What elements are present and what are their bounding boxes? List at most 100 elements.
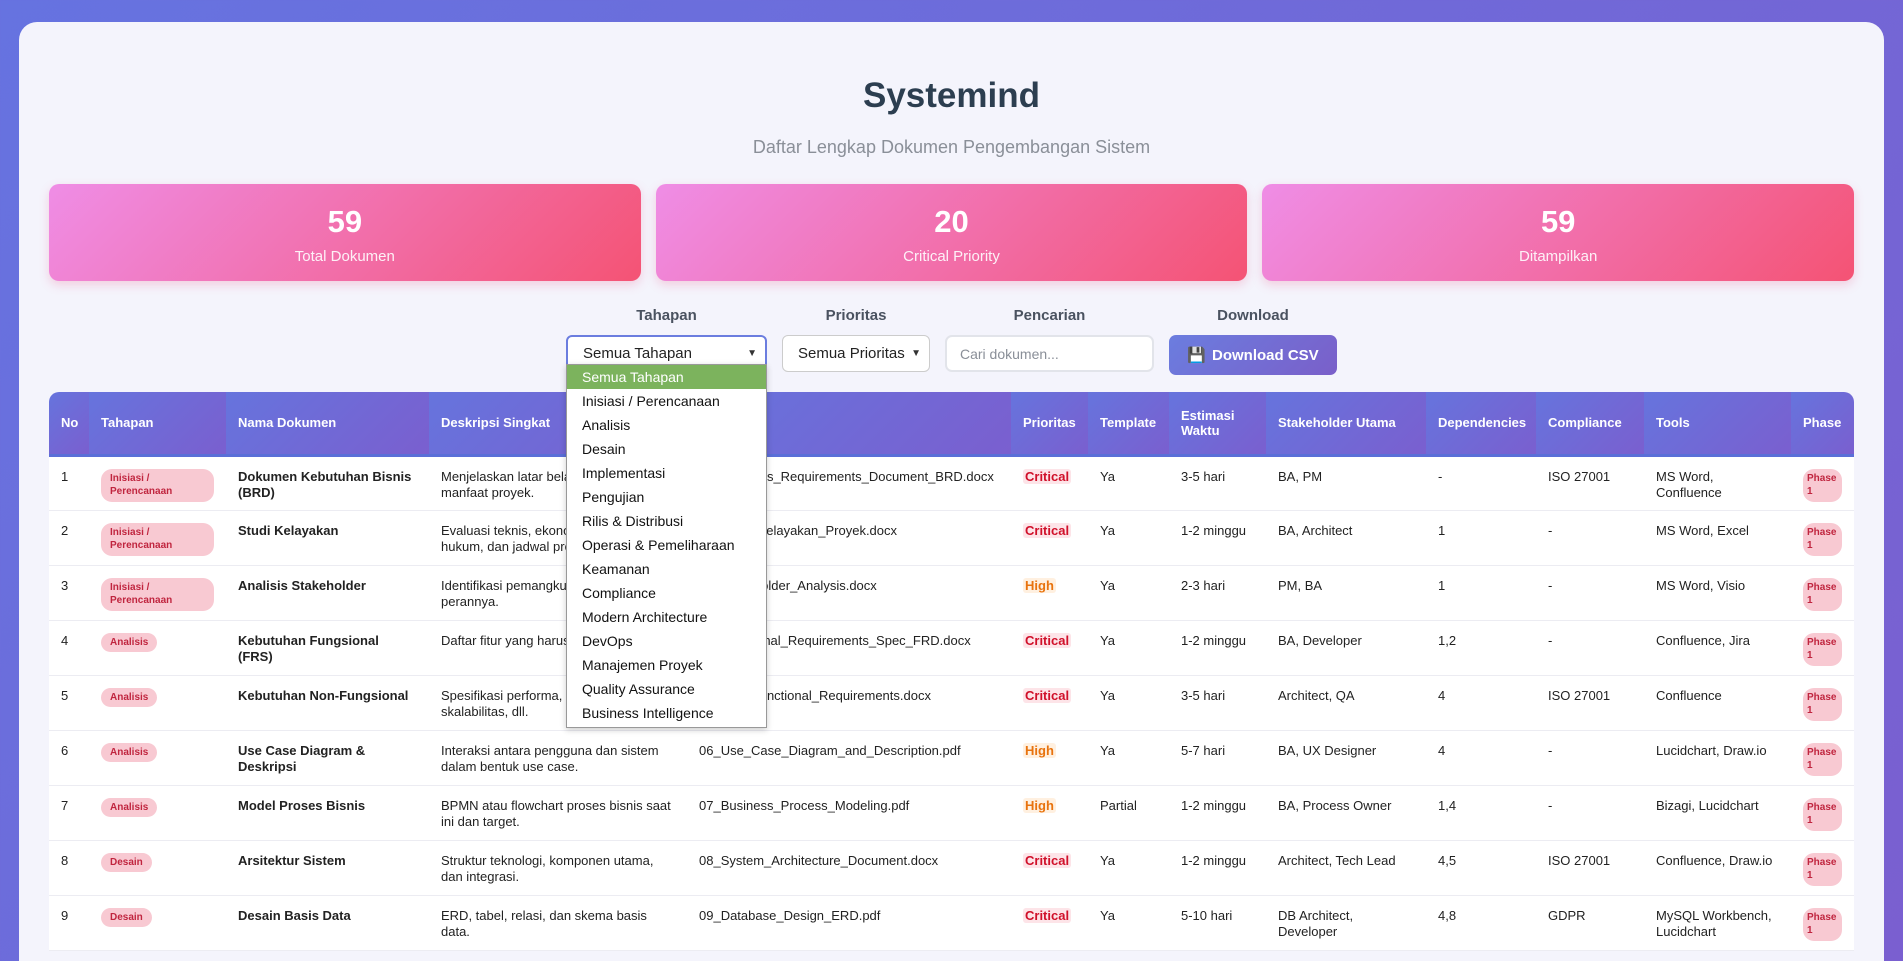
stat-label: Ditampilkan [1518,248,1598,265]
priority-label: Critical [1023,852,1072,868]
cell-priority: Critical [1011,895,1088,951]
download-button-label: Download CSV [1212,346,1319,364]
stage-dropdown-list: Semua Tahapan Inisiasi / Perencanaan Anali… [566,364,767,728]
cell-no: 7 [49,785,89,841]
cell-time: 1-2 minggu [1169,620,1266,676]
dropdown-option[interactable]: Semua Tahapan [567,365,766,389]
cell-priority: High [1011,730,1088,786]
cell-compliance: ISO 27001 [1536,840,1644,896]
stat-value: 59 [1540,204,1576,239]
table-row[interactable]: 1 Inisiasi / Perencanaan Dokumen Kebutuhan… [49,455,1854,511]
dropdown-option[interactable]: Rilis & Distribusi [567,509,766,533]
priority-filter-label: Prioritas [825,307,887,324]
cell-compliance: - [1536,620,1644,676]
cell-file: 09_Database_Design_ERD.pdf [687,895,1011,951]
cell-tools: MS Word, Excel [1644,510,1791,566]
table-row[interactable]: 7 Analisis Model Proses Bisnis BPMN atau fl… [49,785,1854,841]
search-placeholder: Cari dokumen... [960,345,1059,362]
cell-stakeholder: BA, UX Designer [1266,730,1426,786]
table-row[interactable]: 4 Analisis Kebutuhan Fungsional (FRS) Dafta… [49,620,1854,676]
search-label: Pencarian [1013,307,1086,324]
stage-filter-label: Tahapan [636,307,697,324]
cell-phase: Phase 1 [1791,620,1854,676]
dropdown-option[interactable]: Analisis [567,413,766,437]
document-name: Dokumen Kebutuhan Bisnis (BRD) [238,468,412,500]
cell-tools: MySQL Workbench, Lucidchart [1644,895,1791,951]
cell-template: Ya [1088,895,1169,951]
cell-file: 07_Business_Process_Modeling.pdf [687,785,1011,841]
cell-template: Ya [1088,455,1169,511]
table-row[interactable]: 9 Desain Desain Basis Data ERD, tabel, rela… [49,895,1854,951]
cell-time: 5-7 hari [1169,730,1266,786]
cell-tools: Lucidchart, Draw.io [1644,730,1791,786]
cell-priority: Critical [1011,455,1088,511]
cell-phase: Phase 1 [1791,510,1854,566]
cell-no: 1 [49,455,89,511]
dropdown-option[interactable]: DevOps [567,629,766,653]
cell-phase: Phase 1 [1791,840,1854,896]
stat-label: Total Dokumen [294,248,395,265]
cell-tools: Confluence [1644,675,1791,731]
download-csv-button[interactable]: 💾 Download CSV [1169,335,1337,375]
dropdown-option[interactable]: Inisiasi / Perencanaan [567,389,766,413]
table-row[interactable]: 8 Desain Arsitektur Sistem Struktur teknolo… [49,840,1854,896]
stat-value: 59 [327,204,363,239]
cell-name: Use Case Diagram & Deskripsi [226,730,429,786]
table-row[interactable]: 6 Analisis Use Case Diagram & Deskripsi Int… [49,730,1854,786]
priority-select[interactable]: Semua Prioritas ▼ [782,335,930,372]
document-name: Desain Basis Data [238,907,351,923]
stage-badge: Analisis [101,797,158,817]
column-header: Tools [1644,392,1791,457]
cell-deps: 1 [1426,510,1536,566]
dropdown-option[interactable]: Pengujian [567,485,766,509]
cell-template: Ya [1088,840,1169,896]
priority-label: Critical [1023,522,1072,538]
chevron-down-icon: ▼ [747,348,757,359]
dropdown-option[interactable]: Keamanan [567,557,766,581]
column-header: Compliance [1536,392,1644,457]
table-row[interactable]: 3 Inisiasi / Perencanaan Analisis Stakehol… [49,565,1854,621]
cell-name: Model Proses Bisnis [226,785,429,841]
cell-priority: Critical [1011,620,1088,676]
cell-time: 1-2 minggu [1169,510,1266,566]
phase-badge: Phase 1 [1803,687,1842,721]
dropdown-option[interactable]: Modern Architecture [567,605,766,629]
cell-phase: Phase 1 [1791,895,1854,951]
cell-priority: Critical [1011,840,1088,896]
document-name: Analisis Stakeholder [238,577,366,593]
stats-row: 59 Total Dokumen 20 Critical Priority 59… [49,184,1855,281]
cell-template: Ya [1088,620,1169,676]
dropdown-option[interactable]: Manajemen Proyek [567,653,766,677]
search-input[interactable]: Cari dokumen... [945,335,1154,372]
table-body: 1 Inisiasi / Perencanaan Dokumen Kebutuhan… [49,455,1854,951]
stat-value: 20 [934,204,969,239]
cell-no: 9 [49,895,89,951]
dropdown-option[interactable]: Implementasi [567,461,766,485]
cell-desc: Struktur teknologi, komponen utama, dan … [429,840,687,896]
dropdown-option[interactable]: Compliance [567,581,766,605]
stage-badge: Desain [101,907,152,927]
cell-deps: 4,5 [1426,840,1536,896]
column-header: Prioritas [1011,392,1088,457]
cell-desc: BPMN atau flowchart proses bisnis saat i… [429,785,687,841]
priority-label: High [1023,742,1056,758]
cell-stage: Analisis [89,785,226,841]
document-name: Model Proses Bisnis [238,797,366,813]
dropdown-option[interactable]: Operasi & Pemeliharaan [567,533,766,557]
table-row[interactable]: 2 Inisiasi / Perencanaan Studi Kelayakan Ev… [49,510,1854,566]
cell-template: Ya [1088,675,1169,731]
dropdown-option[interactable]: Quality Assurance [567,677,766,701]
cell-tools: Confluence, Draw.io [1644,840,1791,896]
column-header: Nama Dokumen [226,392,429,457]
cell-deps: 4 [1426,730,1536,786]
cell-time: 3-5 hari [1169,675,1266,731]
chevron-down-icon: ▼ [911,348,921,359]
cell-priority: High [1011,785,1088,841]
page-title: Systemind [863,76,1040,115]
cell-time: 1-2 minggu [1169,840,1266,896]
stage-select-value: Semua Tahapan [583,345,692,362]
cell-stakeholder: BA, Architect [1266,510,1426,566]
dropdown-option[interactable]: Desain [567,437,766,461]
table-row[interactable]: 5 Analisis Kebutuhan Non-Fungsional Spesifi… [49,675,1854,731]
dropdown-option[interactable]: Business Intelligence [567,701,766,725]
